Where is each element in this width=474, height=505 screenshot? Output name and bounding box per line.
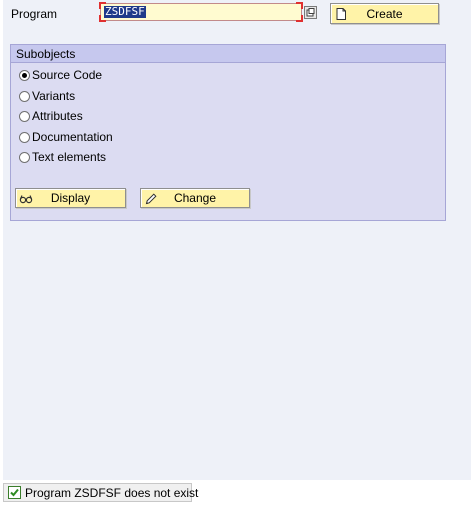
radio-button[interactable] <box>19 110 30 122</box>
radio-label: Source Code <box>32 68 103 82</box>
status-bar[interactable]: Program ZSDFSF does not exist <box>3 483 198 502</box>
focus-corner <box>296 2 303 9</box>
radio-documentation[interactable]: Documentation <box>19 130 113 144</box>
main-area: Program ZSDFSF Create Subobjects Source … <box>3 0 471 480</box>
checkmark-icon <box>8 486 21 499</box>
subobjects-title: Subobjects <box>16 47 76 61</box>
pencil-icon <box>145 193 157 205</box>
document-icon <box>336 8 346 20</box>
radio-button[interactable] <box>19 151 30 163</box>
radio-attributes[interactable]: Attributes <box>19 109 83 123</box>
radio-label: Documentation <box>32 130 113 144</box>
radio-variants[interactable]: Variants <box>19 89 75 103</box>
radio-button-selected[interactable] <box>19 69 30 81</box>
radio-label: Variants <box>32 89 76 103</box>
display-button[interactable]: Display <box>15 188 126 208</box>
radio-label: Attributes <box>32 109 83 123</box>
value-help-icon[interactable] <box>304 6 317 19</box>
program-input[interactable]: ZSDFSF <box>99 2 303 22</box>
radio-button[interactable] <box>19 131 30 143</box>
radio-button[interactable] <box>19 90 30 102</box>
subobjects-header: Subobjects <box>11 45 445 63</box>
radio-text-elements[interactable]: Text elements <box>19 150 106 164</box>
create-button[interactable]: Create <box>330 3 439 24</box>
radio-source-code[interactable]: Source Code <box>19 68 102 82</box>
change-button[interactable]: Change <box>140 188 250 208</box>
focus-corner <box>296 15 303 22</box>
program-input-value[interactable]: ZSDFSF <box>104 6 146 18</box>
glasses-icon <box>19 195 33 204</box>
status-message: Program ZSDFSF does not exist <box>25 485 199 500</box>
program-label: Program <box>11 7 58 21</box>
radio-label: Text elements <box>32 150 107 164</box>
